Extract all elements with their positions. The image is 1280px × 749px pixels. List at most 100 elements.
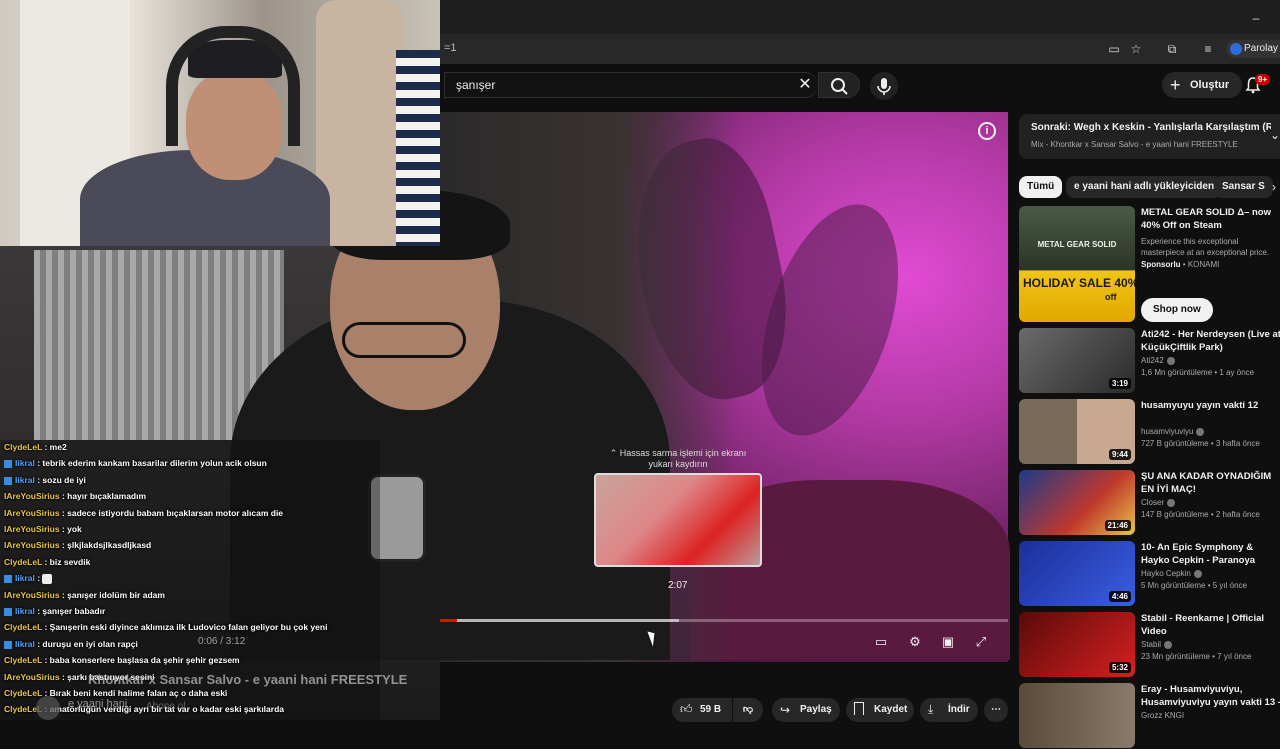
chat-username: ClydeLeL	[4, 655, 43, 666]
video-thumbnail[interactable]	[1019, 683, 1135, 748]
chat-username: ClydeLeL	[4, 442, 43, 452]
streamer-webcam	[0, 0, 440, 246]
chat-separator: :	[42, 622, 50, 633]
dislike-button[interactable]: 👎︎	[733, 698, 763, 722]
fullscreen-icon[interactable]: ⤢	[972, 634, 990, 650]
chat-message: IAreYouSirius : hayır bıçaklamadım	[4, 491, 146, 501]
recommendation-meta: 147 B görüntüleme • 2 hafta önce	[1141, 510, 1260, 519]
recommendation-card[interactable]: 9:44 husamyuyu yayın vakti 12 husamviyuviy…	[1019, 399, 1280, 465]
chevron-right-icon[interactable]: ›	[1272, 180, 1276, 194]
subscribe-button[interactable]: Abone ol	[146, 701, 185, 712]
chat-separator: :	[59, 524, 68, 534]
chat-username: IAreYouSirius	[4, 671, 60, 682]
info-icon[interactable]: i	[978, 122, 996, 140]
chat-message: IAreYouSirius : sadece istiyordu babam b…	[4, 508, 283, 518]
shop-now-button[interactable]: Shop now	[1141, 298, 1213, 322]
video-thumbnail[interactable]: 21:46	[1019, 470, 1135, 535]
chat-separator: :	[59, 507, 68, 518]
thumbs-up-icon: 👍︎	[680, 702, 693, 716]
chat-text: duruşu en iyi olan rapçi	[42, 638, 138, 649]
ad-thumb-title: METAL GEAR SOLID	[1037, 240, 1117, 249]
chat-message: Iikral :	[4, 573, 53, 584]
subtitles-icon[interactable]: ▭	[872, 634, 890, 650]
microphone-icon	[877, 78, 891, 95]
recommendation-title: husamyuyu yayın vakti 12	[1141, 400, 1259, 411]
seek-preview-time: 2:07	[668, 580, 688, 591]
cast-icon[interactable]: ▭	[1106, 41, 1122, 57]
verified-icon	[1193, 569, 1202, 578]
create-label: Oluştur	[1190, 79, 1230, 91]
more-icon: ⋯	[991, 704, 1001, 715]
chat-text: şanışer idolüm bir adam	[67, 589, 165, 600]
chat-separator: :	[59, 540, 68, 551]
chat-badge-icon	[4, 607, 12, 616]
recommendation-card[interactable]: 5:32 Stabil - Reenkarne | Official Video S…	[1019, 612, 1280, 678]
theater-mode-icon[interactable]: ▣	[939, 634, 957, 650]
recommendation-channel-line: Hayko Cepkin	[1141, 569, 1202, 578]
search-input[interactable]	[444, 72, 818, 98]
recommendation-channel-line: husamviyuviyu	[1141, 427, 1205, 436]
chat-message: ClydeLeL : biz sevdik	[4, 557, 90, 567]
search-icon	[831, 78, 848, 95]
scroll-hint-text: Hassas sarma işlemi için ekranı yukarı k…	[619, 448, 747, 469]
chat-message: Iikral : sozu de iyi	[4, 475, 86, 485]
chat-message: Iikral : şanışer babadır	[4, 606, 105, 616]
chat-username: IAreYouSirius	[4, 524, 60, 534]
verified-icon	[1164, 640, 1173, 649]
video-person-glasses	[342, 322, 466, 358]
up-next-panel[interactable]	[1019, 114, 1280, 159]
video-thumbnail[interactable]: 3:19	[1019, 328, 1135, 393]
chat-username: Iikral	[15, 458, 35, 469]
chat-separator: :	[42, 655, 50, 666]
bookmark-icon	[854, 702, 864, 715]
recommendation-meta: 727 B görüntüleme • 3 hafta önce	[1141, 439, 1260, 448]
reading-list-icon[interactable]: ≡	[1200, 41, 1216, 57]
up-next-title: Sonraki: Wegh x Keskin - Yanlışlarla Kar…	[1031, 122, 1271, 133]
video-thumbnail[interactable]: 5:32	[1019, 612, 1135, 677]
webcam-headphones	[166, 26, 300, 146]
chip-related[interactable]: Sansar S	[1214, 176, 1273, 198]
verified-icon	[1196, 427, 1205, 436]
recommendation-card[interactable]: 4:46 10- An Epic Symphony & Hayko Cepkin …	[1019, 541, 1280, 607]
clear-search-icon[interactable]: ✕	[796, 76, 814, 94]
search-button[interactable]	[818, 72, 860, 98]
channel-avatar[interactable]	[36, 696, 60, 720]
recommendation-card[interactable]: 3:19 Ati242 - Her Nerdeysen (Live at Küçü…	[1019, 328, 1280, 394]
verified-icon	[1167, 498, 1176, 507]
recommendation-channel-line: Closer	[1141, 498, 1176, 507]
chat-emote-icon	[42, 573, 53, 584]
address-bar[interactable]	[440, 34, 1280, 64]
recommendation-title: ŞU ANA KADAR OYNADIĞIM EN İYİ MAÇ!	[1141, 471, 1272, 495]
chat-text: Şanışerin eski diyince aklımıza ilk Ludo…	[49, 622, 328, 633]
video-thumbnail[interactable]: 4:46	[1019, 541, 1135, 606]
recommendation-card[interactable]: Eray - Husamviyuviyu, Husamviyuviyu yayı…	[1019, 683, 1280, 749]
extensions-icon[interactable]: ⧉	[1164, 41, 1180, 57]
plus-icon: +	[1170, 75, 1181, 95]
browser-tab-strip	[440, 0, 1280, 34]
more-actions-button[interactable]: ⋯	[984, 698, 1008, 722]
recommendation-channel-line: Ati242	[1141, 356, 1175, 365]
chat-text: baba konserlere başlasa da şehir şehir g…	[49, 655, 240, 666]
recommendation-card[interactable]: 21:46 ŞU ANA KADAR OYNADIĞIM EN İYİ MAÇ! C…	[1019, 470, 1280, 536]
chat-message: Iikral : duruşu en iyi olan rapçi	[4, 639, 138, 649]
channel-name[interactable]: e yaani hani	[68, 698, 127, 710]
minimize-icon[interactable]: –	[1248, 10, 1264, 26]
ad-thumbnail[interactable]: METAL GEAR SOLID HOLIDAY SALE 40% off	[1019, 206, 1135, 322]
settings-gear-icon[interactable]: ⚙	[906, 634, 924, 650]
video-thumbnail[interactable]: 9:44	[1019, 399, 1135, 464]
chat-text: sadece istiyordu babam bıçaklarsan motor…	[67, 507, 284, 518]
chip-from-uploader[interactable]: e yaani hani adlı yükleyiciden	[1066, 176, 1223, 198]
chat-message: ClydeLeL : Bırak beni kendi halime falan…	[4, 688, 227, 698]
voice-search-button[interactable]	[870, 72, 898, 100]
chip-all[interactable]: Tümü	[1019, 176, 1063, 198]
notification-badge: 9+	[1255, 74, 1271, 85]
video-title: Khontkar x Sansar Salvo - e yaani hani F…	[88, 672, 408, 687]
chat-badge-icon	[4, 640, 12, 649]
chat-text: tebrik ederim kankam basarilar dilerim y…	[42, 458, 267, 469]
chevron-down-icon[interactable]: ⌄	[1270, 128, 1280, 142]
ad-card[interactable]: METAL GEAR SOLID HOLIDAY SALE 40% off ME…	[1019, 206, 1280, 324]
chat-separator: :	[34, 573, 43, 584]
bookmark-star-icon[interactable]: ☆	[1128, 41, 1144, 57]
profile-avatar-icon	[1230, 43, 1242, 55]
progress-played-fill	[440, 619, 458, 622]
